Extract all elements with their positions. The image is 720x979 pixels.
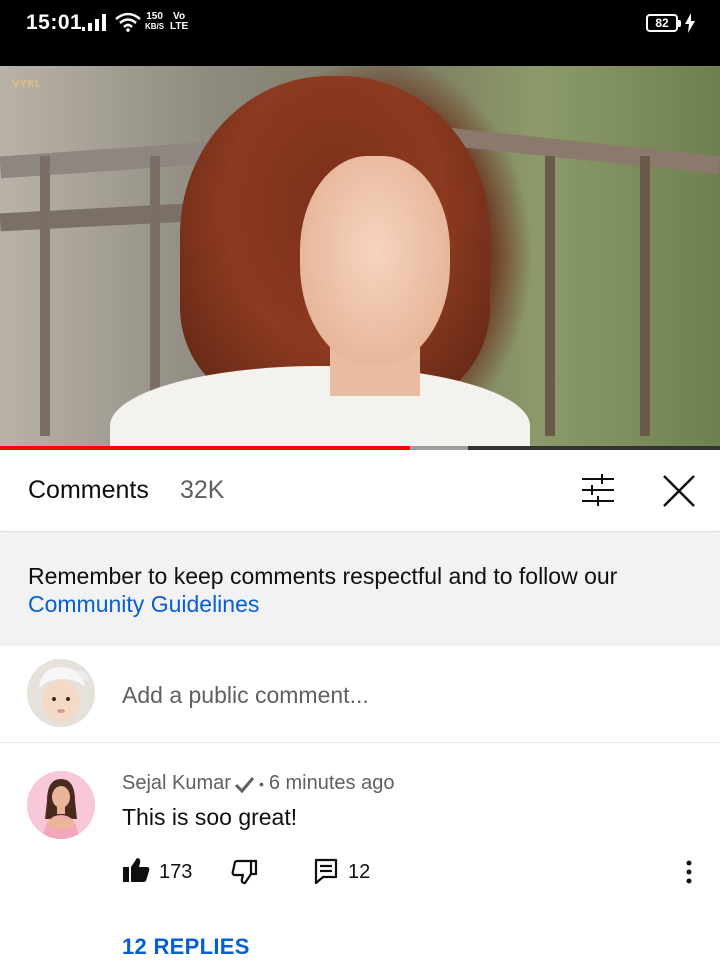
- add-comment-row[interactable]: Add a public comment...: [0, 646, 720, 743]
- video-subject-face: [300, 156, 450, 366]
- railing-post: [640, 156, 650, 436]
- charge-icon: [685, 13, 695, 33]
- comment-thread: Sejal Kumar • 6 minutes ago This is soo …: [0, 744, 720, 979]
- verified-icon: [234, 776, 255, 793]
- comments-title: Comments: [28, 476, 149, 504]
- comment-time: 6 minutes ago: [268, 772, 395, 794]
- volte-bottom: LTE: [170, 21, 189, 32]
- comment-author-line: Sejal Kumar • 6 minutes ago: [122, 772, 394, 795]
- comment-author[interactable]: Sejal Kumar: [122, 772, 231, 795]
- battery-indicator: 82: [646, 14, 681, 32]
- comment-input[interactable]: Add a public comment...: [122, 682, 369, 709]
- status-time: 15:01: [26, 11, 83, 34]
- comments-header: Comments 32K: [0, 450, 720, 532]
- dislike-icon[interactable]: [230, 858, 258, 886]
- avatar: [27, 659, 95, 727]
- railing-post: [40, 156, 50, 436]
- like-count: 173: [159, 861, 193, 883]
- comment-actions: 173 12: [122, 856, 702, 888]
- video-subject-shoulder: [110, 366, 530, 446]
- network-speed-value: 150: [146, 11, 163, 22]
- comment-text: This is soo great!: [122, 804, 298, 830]
- avatar[interactable]: [27, 771, 95, 839]
- railing-post: [545, 156, 555, 436]
- community-guidelines-banner: Remember to keep comments respectful and…: [0, 534, 720, 646]
- status-bar: 15:01 150 KB/S Vo LTE 82: [0, 0, 720, 66]
- view-replies-button[interactable]: 12 REPLIES: [122, 934, 250, 960]
- like-icon[interactable]: [122, 856, 150, 884]
- volte-indicator: Vo LTE: [170, 12, 188, 32]
- reply-count: 12: [348, 861, 371, 883]
- close-icon[interactable]: [660, 472, 698, 510]
- comments-count: 32K: [180, 476, 225, 504]
- guidelines-text: Remember to keep comments respectful and…: [28, 563, 618, 589]
- meta-separator: •: [258, 775, 264, 792]
- video-watermark: VYRL: [12, 79, 42, 90]
- user-avatar-image: [27, 659, 95, 727]
- video-player[interactable]: VYRL: [0, 66, 720, 446]
- signal-icon: [82, 14, 106, 31]
- wifi-icon: [115, 12, 141, 32]
- more-icon[interactable]: [680, 858, 698, 886]
- sort-icon[interactable]: [580, 472, 616, 508]
- network-speed-unit: KB/S: [145, 22, 165, 31]
- community-guidelines-link[interactable]: Community Guidelines: [28, 590, 692, 618]
- reply-icon[interactable]: [314, 858, 338, 884]
- commenter-avatar-image: [27, 771, 95, 839]
- network-speed: 150 KB/S: [145, 12, 164, 32]
